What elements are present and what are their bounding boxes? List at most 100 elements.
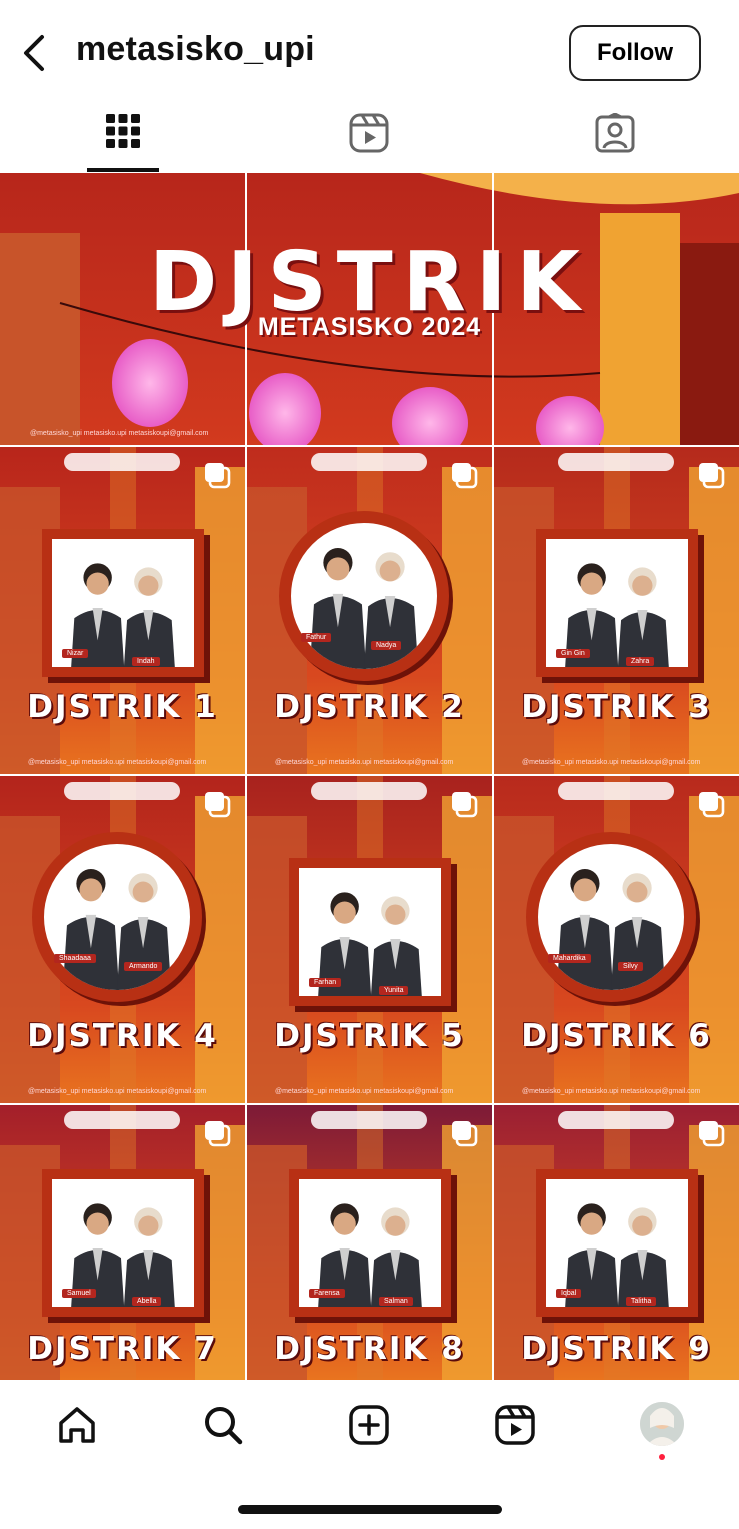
- post-title-label: DJSTRIK 9: [521, 1331, 712, 1367]
- post-title-label: DJSTRIK 6: [521, 1018, 712, 1054]
- nav-reels-button[interactable]: [490, 1400, 540, 1450]
- sponsor-logo-strip: [64, 453, 180, 471]
- post-title-label: DJSTRIK 7: [27, 1331, 218, 1367]
- post-title-label: DJSTRIK 4: [27, 1018, 218, 1054]
- carousel-icon: [452, 463, 478, 489]
- member-photo-frame: Farensa Salman: [289, 1169, 451, 1317]
- profile-header: metasisko_upi Follow: [0, 0, 739, 105]
- tagged-person-icon: [595, 113, 635, 153]
- member-name-tag: Armando: [124, 962, 163, 971]
- sponsor-logo-strip: [311, 1111, 427, 1129]
- tab-posts-grid[interactable]: [0, 105, 246, 173]
- nav-create-button[interactable]: [344, 1400, 394, 1450]
- sponsor-logo-strip: [558, 782, 674, 800]
- chevron-left-icon: [24, 35, 44, 71]
- member-photo: [44, 844, 190, 990]
- member-name-tag: Yunita: [379, 986, 409, 995]
- member-photo-frame: Iqbal Talitha: [536, 1169, 698, 1317]
- carousel-icon: [699, 1121, 725, 1147]
- member-name-tag: Zahra: [626, 657, 655, 666]
- carousel-icon: [452, 792, 478, 818]
- member-name-tag: Fathur: [301, 633, 332, 642]
- post-thumbnail[interactable]: Farensa Salman DJSTRIK 8: [247, 1105, 492, 1380]
- search-icon: [205, 1407, 243, 1445]
- back-button[interactable]: [18, 33, 54, 73]
- member-photo-frame: Shaadaaa Armando: [32, 832, 202, 1002]
- member-name-tag: Silvy: [618, 962, 643, 971]
- sponsor-logo-strip: [64, 782, 180, 800]
- member-photo-frame: Gin Gin Zahra: [536, 529, 698, 677]
- carousel-icon: [205, 1121, 231, 1147]
- active-tab-indicator: [87, 168, 159, 172]
- member-photo: [291, 523, 437, 669]
- member-photo: [299, 868, 441, 996]
- banner-subtitle: METASISKO 2024: [257, 313, 482, 341]
- profile-tabs: [0, 105, 739, 173]
- member-photo: [52, 1179, 194, 1307]
- tab-tagged[interactable]: [492, 105, 738, 173]
- posts-grid: DJSTRIK METASISKO 2024 @metasisko_upi me…: [0, 173, 739, 1380]
- reels-icon: [349, 113, 389, 153]
- post-thumbnail[interactable]: Nizar Indah DJSTRIK 1 @metasisko_upi metasi…: [0, 447, 245, 774]
- member-name-tag: Shaadaaa: [54, 954, 96, 963]
- create-plus-icon: [349, 1405, 389, 1445]
- member-name-tag: Mahardika: [548, 954, 591, 963]
- sponsor-logo-strip: [558, 1111, 674, 1129]
- member-name-tag: Farensa: [309, 1289, 345, 1298]
- post-title-label: DJSTRIK 2: [274, 689, 465, 725]
- member-name-tag: Samuel: [62, 1289, 96, 1298]
- post-title-label: DJSTRIK 1: [27, 689, 218, 725]
- nav-search-button[interactable]: [198, 1400, 248, 1450]
- home-icon: [59, 1407, 95, 1443]
- post-footer-text: @metasisko_upi metasisko.upi metasiskoup…: [28, 1088, 207, 1095]
- member-name-tag: Abella: [132, 1297, 162, 1306]
- member-photo-frame: Mahardika Silvy: [526, 832, 696, 1002]
- post-footer-text: @metasisko_upi metasisko.upi metasiskoup…: [522, 759, 701, 766]
- post-thumbnail[interactable]: Gin Gin Zahra DJSTRIK 3 @metasisko_upi meta…: [494, 447, 739, 774]
- post-thumbnail[interactable]: Farhan Yunita DJSTRIK 5 @metasisko_upi meta…: [247, 776, 492, 1103]
- member-photo-frame: Farhan Yunita: [289, 858, 451, 1006]
- grid-divider: [0, 445, 739, 447]
- carousel-icon: [205, 463, 231, 489]
- tab-reels[interactable]: [246, 105, 492, 173]
- member-name-tag: Farhan: [309, 978, 342, 987]
- member-name-tag: Nadya: [371, 641, 402, 650]
- profile-username: metasisko_upi: [76, 30, 315, 68]
- post-footer-text: @metasisko_upi metasisko.upi metasiskoup…: [522, 1088, 701, 1095]
- member-photo: [546, 539, 688, 667]
- member-name-tag: Salman: [379, 1297, 413, 1306]
- member-name-tag: Talitha: [626, 1297, 657, 1306]
- notification-dot: [659, 1454, 665, 1460]
- post-title-label: DJSTRIK 3: [521, 689, 712, 725]
- post-footer-text: @metasisko_upi metasisko.upi metasiskoup…: [28, 759, 207, 766]
- post-title-label: DJSTRIK 8: [274, 1331, 465, 1367]
- member-photo: [299, 1179, 441, 1307]
- post-thumbnail[interactable]: Iqbal Talitha DJSTRIK 9: [494, 1105, 739, 1380]
- member-photo-frame: Fathur Nadya: [279, 511, 449, 681]
- post-thumbnail[interactable]: Mahardika Silvy DJSTRIK 6 @metasisko_upi me…: [494, 776, 739, 1103]
- post-thumbnail[interactable]: Shaadaaa Armando DJSTRIK 4 @metasisko_upi m…: [0, 776, 245, 1103]
- banner-post[interactable]: DJSTRIK METASISKO 2024 @metasisko_upi me…: [0, 173, 739, 445]
- post-thumbnail[interactable]: Fathur Nadya DJSTRIK 2 @metasisko_upi metas…: [247, 447, 492, 774]
- sponsor-logo-strip: [558, 453, 674, 471]
- member-name-tag: Iqbal: [556, 1289, 582, 1298]
- follow-button[interactable]: Follow: [569, 25, 701, 81]
- nav-home-button[interactable]: [52, 1400, 102, 1450]
- member-name-tag: Nizar: [62, 649, 89, 658]
- post-thumbnail[interactable]: Samuel Abella DJSTRIK 7: [0, 1105, 245, 1380]
- post-footer-text: @metasisko_upi metasisko.upi metasiskoup…: [275, 759, 454, 766]
- carousel-icon: [452, 1121, 478, 1147]
- sponsor-logo-strip: [311, 782, 427, 800]
- carousel-icon: [205, 792, 231, 818]
- nav-profile-avatar[interactable]: [640, 1402, 684, 1446]
- banner-footer-text: @metasisko_upi metasisko.upi metasiskoup…: [30, 430, 209, 437]
- carousel-icon: [699, 463, 725, 489]
- member-photo-frame: Nizar Indah: [42, 529, 204, 677]
- home-indicator: [238, 1505, 502, 1514]
- bottom-navigation: [0, 1380, 739, 1529]
- profile-avatar-icon: [640, 1402, 684, 1446]
- member-photo-frame: Samuel Abella: [42, 1169, 204, 1317]
- sponsor-logo-strip: [64, 1111, 180, 1129]
- member-photo: [52, 539, 194, 667]
- carousel-icon: [699, 792, 725, 818]
